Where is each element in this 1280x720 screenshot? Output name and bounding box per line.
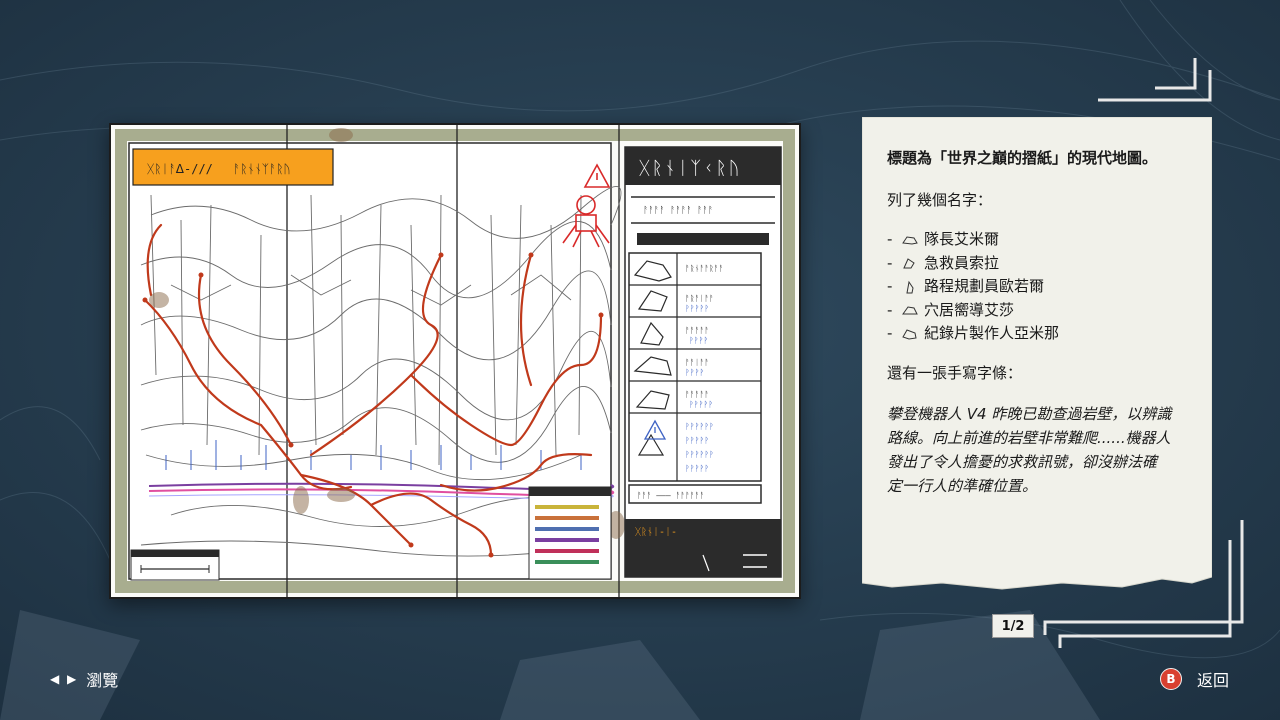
svg-text:ᚨᚨᚨ ——— ᚨᚨᚨᚨᚨᚨ: ᚨᚨᚨ ——— ᚨᚨᚨᚨᚨᚨ: [637, 491, 704, 500]
svg-text:ᚹᚹᚹᚹᚹᚹ: ᚹᚹᚹᚹᚹᚹ: [685, 422, 714, 431]
legend-bar: [535, 516, 599, 520]
svg-text:ᚷᚱᚾᛁᛉᚲᚱᚢ: ᚷᚱᚾᛁᛉᚲᚱᚢ: [639, 158, 741, 179]
list-item: - 穴居嚮導艾莎: [887, 299, 1192, 323]
list-item: - 隊長艾米爾: [887, 228, 1192, 252]
name-label: 穴居嚮導艾莎: [924, 300, 1015, 319]
bird-icon: [903, 258, 915, 269]
name-label: 急救員索拉: [924, 253, 1000, 272]
svg-text:ᚷᚱᚾᛁ-ᛁ-: ᚷᚱᚾᛁ-ᛁ-: [635, 527, 677, 538]
names-list: - 隊長艾米爾 - 急救員索拉 - 路程規劃員歐若爾 - 穴居嚮導艾莎 - 紀錄…: [887, 228, 1192, 346]
back-button[interactable]: B 返回: [1160, 667, 1229, 691]
svg-text:ᚹᚹᚹᚹ: ᚹᚹᚹᚹ: [689, 336, 708, 345]
list-dash: -: [887, 230, 893, 249]
legend-bar: [535, 549, 599, 553]
list-dash: -: [887, 277, 893, 296]
browse-label: 瀏覽: [86, 671, 119, 690]
goat-icon: [902, 306, 918, 315]
browse-hint[interactable]: ◀ ▶ 瀏覽: [50, 668, 118, 690]
map-title-plate: ᚷᚱᛁᚨᐃ-/// ᚨᚱᚾᚾᛉᚨᚱᚢ: [132, 148, 334, 186]
svg-text:ᚹᚹᚹᚹᚹ: ᚹᚹᚹᚹᚹ: [685, 436, 709, 445]
penguin-icon: [906, 280, 914, 294]
page-indicator: 1/2: [992, 614, 1034, 638]
svg-text:ᚹᚹᚹᚹᚹ: ᚹᚹᚹᚹᚹ: [689, 400, 713, 409]
left-right-arrows-icon: ◀ ▶: [50, 672, 79, 686]
note-line: 路線。向上前進的岩壁非常難爬......機器人: [887, 428, 1171, 447]
svg-text:ᚹᚹᚹᚹᚹ: ᚹᚹᚹᚹᚹ: [685, 464, 709, 473]
note-line: 攀登機器人 V4 昨晚已勘查過岩壁，以辨識: [887, 404, 1172, 423]
list-dash: -: [887, 300, 893, 319]
svg-text:ᚨᚨᚨᚨᚨ: ᚨᚨᚨᚨᚨ: [685, 390, 709, 399]
svg-text:ᚨᚱᚨᛁᚨᚨ: ᚨᚱᚨᛁᚨᚨ: [685, 294, 714, 303]
list-item: - 急救員索拉: [887, 252, 1192, 276]
note-line: 定一行人的準確位置。: [887, 476, 1038, 495]
legend-bar: [535, 505, 599, 509]
svg-text:ᚹᚹᚹᚹᚹᚹ: ᚹᚹᚹᚹᚹᚹ: [685, 450, 714, 459]
svg-text:ᚹᚹᚹᚹ: ᚹᚹᚹᚹ: [685, 368, 704, 377]
dog-icon: [902, 329, 917, 340]
svg-text:ᚹᚹᚹᚹᚹ: ᚹᚹᚹᚹᚹ: [685, 304, 709, 313]
legend-bar: [535, 560, 599, 564]
legend-bar: [535, 527, 599, 531]
name-label: 隊長艾米爾: [924, 230, 1000, 249]
note-line: 發出了令人擔憂的求救訊號，卻沒辦法確: [887, 452, 1158, 471]
map-scale-box: [130, 549, 220, 581]
route-legend-box: [528, 486, 612, 580]
names-intro: 列了幾個名字：: [887, 191, 993, 209]
info-card: 標題為「世界之巔的摺紙」的現代地圖。 列了幾個名字： - 隊長艾米爾 - 急救員…: [862, 117, 1212, 597]
team-roster-panel: ᚷᚱᚾᛁᛉᚲᚱᚢ ᚨᚨᚨᚨ ᚨᚨᚨᚨ ᚨᚨᚨ ᚨᚱᚾᚨᚨᚱᚨᚨ ᚨᚱᚨᛁᚨᚨ ᚹ…: [624, 146, 782, 578]
svg-text:ᚨᚱᚾᚾᛉᚨᚱᚢ: ᚨᚱᚾᚾᛉᚨᚱᚢ: [233, 162, 291, 176]
list-dash: -: [887, 253, 893, 272]
list-dash: -: [887, 324, 893, 343]
list-item: - 紀錄片製作人亞米那: [887, 322, 1192, 346]
origami-map: ᚷᚱᛁᚨᐃ-/// ᚨᚱᚾᚾᛉᚨᚱᚢ ᚷᚱᚾᛁᛉᚲᚱᚢ ᚨᚨᚨᚨ ᚨᚨᚨᚨ ᚨᚨ…: [109, 123, 801, 599]
b-button-icon: B: [1160, 668, 1182, 690]
card-title: 標題為「世界之巔的摺紙」的現代地圖。: [887, 149, 1158, 167]
name-label: 紀錄片製作人亞米那: [924, 324, 1060, 343]
list-item: - 路程規劃員歐若爾: [887, 275, 1192, 299]
handwritten-note: 攀登機器人 V4 昨晚已勘查過岩壁，以辨識 路線。向上前進的岩壁非常難爬....…: [887, 402, 1192, 498]
name-label: 路程規劃員歐若爾: [924, 277, 1045, 296]
svg-text:ᚨᚱᚾᚨᚨᚱᚨᚨ: ᚨᚱᚾᚨᚨᚱᚨᚨ: [685, 264, 723, 273]
back-label: 返回: [1197, 671, 1230, 690]
note-intro: 還有一張手寫字條：: [887, 363, 1023, 382]
svg-text:ᚨᚨᚨᚨᚨ: ᚨᚨᚨᚨᚨ: [685, 326, 709, 335]
svg-text:ᚨᚨᛁᚨᚨ: ᚨᚨᛁᚨᚨ: [685, 358, 709, 367]
svg-text:ᚷᚱᛁᚨᐃ-///: ᚷᚱᛁᚨᐃ-///: [147, 162, 213, 176]
legend-bar: [535, 538, 599, 542]
svg-text:ᚨᚨᚨᚨ ᚨᚨᚨᚨ ᚨᚨᚨ: ᚨᚨᚨᚨ ᚨᚨᚨᚨ ᚨᚨᚨ: [643, 205, 713, 216]
bear-icon: [902, 236, 918, 245]
